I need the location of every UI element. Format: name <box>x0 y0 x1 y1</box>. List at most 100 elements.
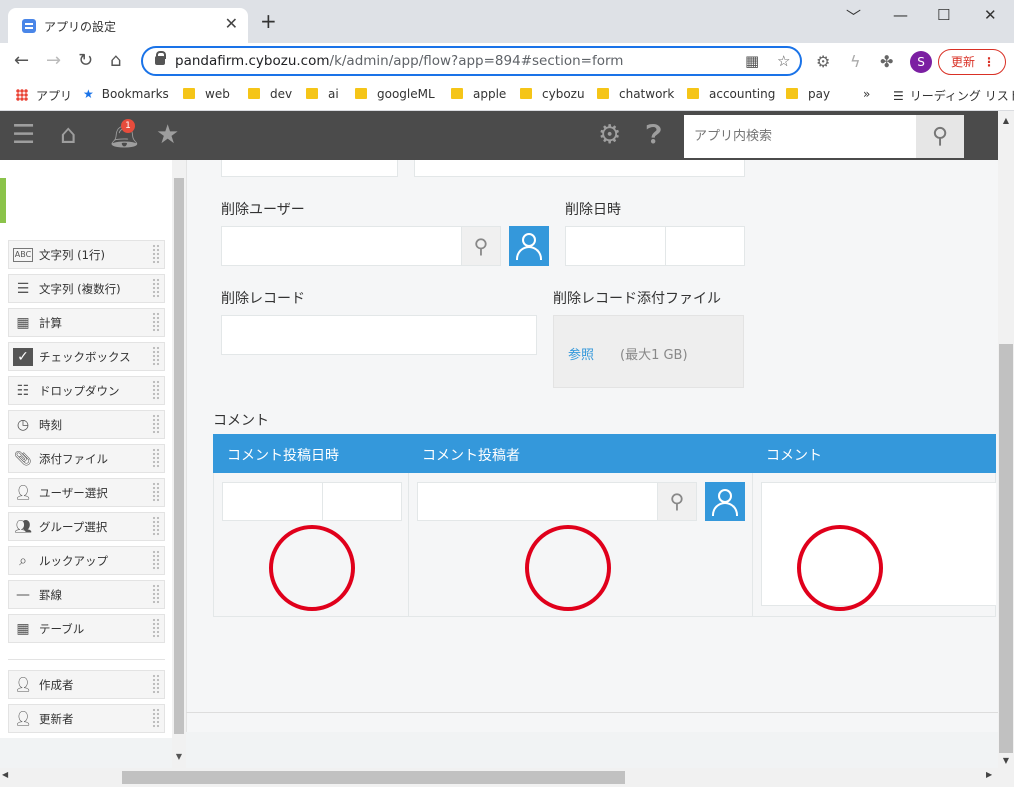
app-search-input[interactable] <box>684 115 916 158</box>
field-input-partial[interactable] <box>221 160 398 177</box>
drag-grip-icon[interactable] <box>152 482 160 503</box>
author-picker-button[interactable] <box>705 482 745 521</box>
reading-list-button[interactable]: ☰ リーディング リスト <box>893 87 1014 104</box>
palette-item-user-select[interactable]: 👤︎ ユーザー選択 <box>8 478 165 507</box>
palette-scrollbar-thumb[interactable] <box>174 178 184 734</box>
bookmark-folder[interactable]: web <box>183 87 230 101</box>
palette-scroll-down-arrow[interactable]: ▼ <box>172 752 186 766</box>
address-bar[interactable]: pandafirm.cybozu.com/k/admin/app/flow?ap… <box>141 46 802 76</box>
folder-icon <box>786 88 798 99</box>
field-input-partial[interactable] <box>414 160 745 177</box>
palette-item-time[interactable]: ◷ 時刻 <box>8 410 165 439</box>
palette-item-label: 時刻 <box>39 418 62 432</box>
palette-item-modifier[interactable]: 👤︎ 更新者 <box>8 704 165 733</box>
scroll-up-arrow[interactable]: ▲ <box>998 111 1014 131</box>
palette-item-dropdown[interactable]: ☷ ドロップダウン <box>8 376 165 405</box>
bookmark-folder[interactable]: dev <box>248 87 292 101</box>
palette-item-lookup[interactable]: ⌕ ルックアップ <box>8 546 165 575</box>
drag-grip-icon[interactable] <box>152 312 160 333</box>
lightning-extension-icon[interactable]: ϟ <box>850 52 861 71</box>
scroll-right-arrow[interactable]: ▶ <box>986 770 992 779</box>
update-label: 更新 <box>951 55 976 69</box>
bookmark-star-icon[interactable]: ☆ <box>777 52 790 70</box>
tab-search-icon[interactable]: ﹀ <box>846 6 861 27</box>
browse-link[interactable]: 参照 <box>568 344 594 363</box>
delete-time-input[interactable] <box>665 226 745 266</box>
user-search-button[interactable]: ⚲ <box>461 226 501 266</box>
comment-textarea[interactable] <box>761 482 996 606</box>
comment-time-input[interactable] <box>322 482 402 521</box>
page-vertical-scrollbar-thumb[interactable] <box>999 344 1013 753</box>
bookmark-folder[interactable]: pay <box>786 87 830 101</box>
reload-button[interactable]: ↻ <box>78 51 93 71</box>
drag-grip-icon[interactable] <box>152 550 160 571</box>
palette-item-table[interactable]: ▦ テーブル <box>8 614 165 643</box>
user-picker-button[interactable] <box>509 226 549 266</box>
drag-grip-icon[interactable] <box>152 674 160 695</box>
drag-grip-icon[interactable] <box>152 584 160 605</box>
comment-author-input[interactable] <box>417 482 658 521</box>
back-button[interactable]: ← <box>14 51 29 71</box>
browser-tab[interactable]: アプリの設定 ✕ <box>8 8 248 43</box>
palette-item-text-single[interactable]: ABC 文字列 (1行) <box>8 240 165 269</box>
drag-grip-icon[interactable] <box>152 708 160 729</box>
puzzle-extensions-icon[interactable]: ✤ <box>880 52 893 71</box>
profile-avatar[interactable]: S <box>910 51 932 73</box>
home-button[interactable]: ⌂ <box>110 51 121 71</box>
field-label-delete-user: 削除ユーザー <box>221 202 305 218</box>
page-horizontal-scrollbar-thumb[interactable] <box>122 771 625 784</box>
scroll-down-arrow[interactable]: ▼ <box>998 753 1014 768</box>
settings-gear-icon[interactable]: ⚙ <box>598 121 621 149</box>
bookmark-folder[interactable]: apple <box>451 87 506 101</box>
bookmarks-overflow-button[interactable]: » <box>863 87 870 101</box>
minimize-button[interactable]: — <box>893 6 908 24</box>
palette-item-calc[interactable]: ▦ 計算 <box>8 308 165 337</box>
delete-user-input[interactable] <box>221 226 462 266</box>
bookmark-folder[interactable]: googleML <box>355 87 435 101</box>
palette-item-group-select[interactable]: 👥︎ グループ選択 <box>8 512 165 541</box>
bookmark-folder[interactable]: chatwork <box>597 87 674 101</box>
bookmark-folder[interactable]: accounting <box>687 87 775 101</box>
delete-record-input[interactable] <box>221 315 537 355</box>
delete-date-input[interactable] <box>565 226 666 266</box>
forward-button[interactable]: → <box>46 51 61 71</box>
comment-date-input[interactable] <box>222 482 323 521</box>
bookmark-bookmarks[interactable]: ★ Bookmarks <box>83 87 169 101</box>
tab-close-icon[interactable]: ✕ <box>225 14 238 33</box>
folder-icon <box>687 88 699 99</box>
palette-item-line[interactable]: — 罫線 <box>8 580 165 609</box>
author-search-button[interactable]: ⚲ <box>657 482 697 521</box>
palette-item-attachment[interactable]: 📎︎ 添付ファイル <box>8 444 165 473</box>
column-header-datetime: コメント投稿日時 <box>227 448 339 464</box>
drag-grip-icon[interactable] <box>152 278 160 299</box>
bookmark-folder[interactable]: ai <box>306 87 339 101</box>
close-window-button[interactable]: ✕ <box>984 6 997 24</box>
drag-grip-icon[interactable] <box>152 244 160 265</box>
update-button[interactable]: 更新 ⋮ <box>938 49 1006 75</box>
palette-item-label: 文字列 (1行) <box>39 248 105 262</box>
bookmark-apps[interactable]: アプリ <box>16 87 72 104</box>
qr-code-icon[interactable]: ▦ <box>745 52 759 70</box>
scroll-left-arrow[interactable]: ◀ <box>2 770 8 779</box>
new-tab-button[interactable]: + <box>260 11 277 31</box>
drag-grip-icon[interactable] <box>152 414 160 435</box>
drag-grip-icon[interactable] <box>152 380 160 401</box>
palette-item-text-multi[interactable]: ☰ 文字列 (複数行) <box>8 274 165 303</box>
home-icon[interactable]: ⌂ <box>60 121 77 149</box>
drag-grip-icon[interactable] <box>152 618 160 639</box>
drag-grip-icon[interactable] <box>152 516 160 537</box>
drag-grip-icon[interactable] <box>152 448 160 469</box>
palette-item-checkbox[interactable]: ✓ チェックボックス <box>8 342 165 371</box>
search-button[interactable]: ⚲ <box>916 115 964 158</box>
drag-grip-icon[interactable] <box>152 346 160 367</box>
help-icon[interactable]: ❓︎ <box>646 121 662 149</box>
bookmark-folder[interactable]: cybozu <box>520 87 585 101</box>
palette-accent-bar <box>0 178 6 223</box>
star-icon: ★ <box>83 87 94 101</box>
maximize-button[interactable]: ☐ <box>937 6 950 24</box>
extension-gear-icon[interactable]: ⚙ <box>816 52 830 71</box>
favorites-star-icon[interactable]: ★ <box>156 121 179 149</box>
field-label-delete-record: 削除レコード <box>221 291 305 307</box>
palette-item-creator[interactable]: 👤︎ 作成者 <box>8 670 165 699</box>
hamburger-menu-icon[interactable]: ☰ <box>12 121 35 149</box>
